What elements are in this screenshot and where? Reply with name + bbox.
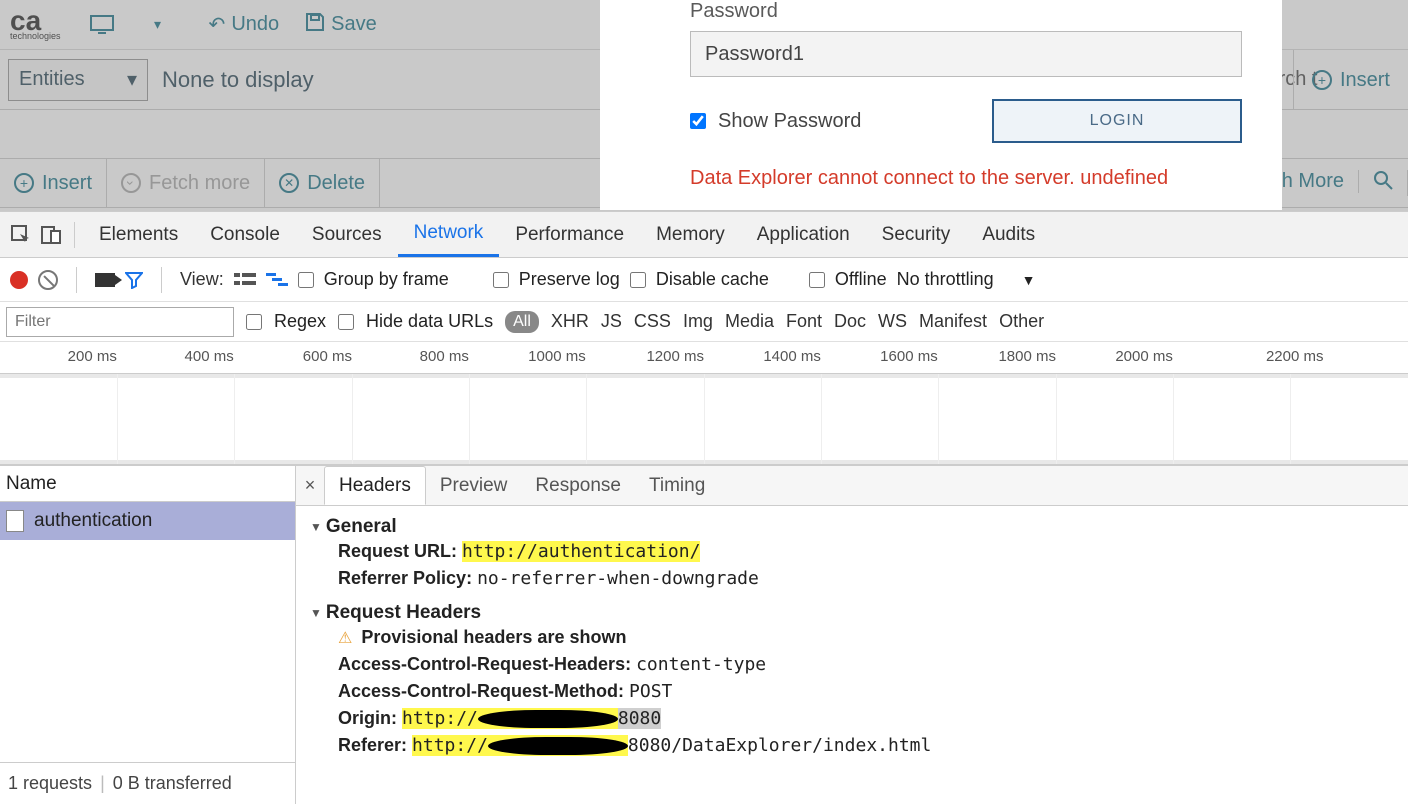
x-circle-icon: ✕: [279, 173, 299, 193]
detail-tab-headers[interactable]: Headers: [324, 466, 426, 505]
undo-arrow-icon: ↶: [209, 12, 226, 37]
filter-type-js[interactable]: JS: [601, 311, 622, 332]
password-input[interactable]: [690, 31, 1242, 77]
tab-security[interactable]: Security: [866, 212, 967, 257]
preserve-log-checkbox[interactable]: [493, 272, 509, 288]
network-timeline-ruler[interactable]: 200 ms 400 ms 600 ms 800 ms 1000 ms 1200…: [0, 342, 1408, 374]
warning-icon: ⚠: [338, 630, 352, 647]
tab-performance[interactable]: Performance: [499, 212, 640, 257]
tab-sources[interactable]: Sources: [296, 212, 398, 257]
chevron-down-icon[interactable]: ▼: [1022, 272, 1036, 288]
insert-right-button[interactable]: + Insert: [1293, 50, 1408, 110]
filter-type-all[interactable]: All: [505, 311, 539, 333]
document-icon: [6, 510, 24, 532]
hide-data-urls-checkbox[interactable]: [338, 314, 354, 330]
tab-network[interactable]: Network: [398, 212, 500, 257]
undo-button[interactable]: ↶ Undo: [199, 8, 290, 41]
preserve-log-label: Preserve log: [519, 269, 620, 290]
filter-type-css[interactable]: CSS: [634, 311, 671, 332]
plus-circle-icon: +: [14, 173, 34, 193]
provisional-warning: ⚠ Provisional headers are shown: [338, 624, 1394, 651]
kv-referrer-policy: Referrer Policy: no-referrer-when-downgr…: [338, 565, 1394, 592]
kv-referer: Referer: http://8080/DataExplorer/index.…: [338, 732, 1394, 759]
devtools-panel: Elements Console Sources Network Perform…: [0, 211, 1408, 804]
detail-tab-preview[interactable]: Preview: [426, 466, 522, 505]
group-by-frame-checkbox[interactable]: [298, 272, 314, 288]
monitor-icon[interactable]: [87, 10, 117, 40]
requests-summary: 1 requests | 0 B transferred: [0, 762, 295, 804]
fetch-more-button[interactable]: › Fetch more: [107, 159, 265, 207]
save-button[interactable]: Save: [295, 8, 387, 42]
filter-type-other[interactable]: Other: [999, 311, 1044, 332]
filter-type-font[interactable]: Font: [786, 311, 822, 332]
filter-type-img[interactable]: Img: [683, 311, 713, 332]
offline-checkbox[interactable]: [809, 272, 825, 288]
detail-tab-timing[interactable]: Timing: [635, 466, 719, 505]
login-modal: Password Show Password LOGIN Data Explor…: [600, 0, 1282, 210]
tab-application[interactable]: Application: [741, 212, 866, 257]
show-password-toggle[interactable]: Show Password: [690, 110, 861, 133]
screenshot-icon[interactable]: [95, 273, 115, 287]
kv-ac-req-headers: Access-Control-Request-Headers: content-…: [338, 651, 1394, 678]
filter-type-doc[interactable]: Doc: [834, 311, 866, 332]
display-status: None to display: [156, 67, 314, 93]
password-label: Password: [690, 0, 1242, 23]
filter-type-manifest[interactable]: Manifest: [919, 311, 987, 332]
show-password-checkbox[interactable]: [690, 113, 706, 129]
chevron-down-icon[interactable]: ▾: [143, 10, 173, 40]
search-right-button[interactable]: [1359, 170, 1408, 196]
insert-button[interactable]: + Insert: [0, 159, 107, 207]
detail-tab-response[interactable]: Response: [521, 466, 635, 505]
inspect-element-icon[interactable]: [6, 220, 36, 250]
throttling-dropdown[interactable]: No throttling: [897, 269, 994, 290]
section-general[interactable]: ▼General: [310, 516, 1394, 538]
network-waterfall[interactable]: [0, 374, 1408, 466]
view-large-icon[interactable]: [234, 272, 256, 288]
tab-console[interactable]: Console: [194, 212, 296, 257]
offline-label: Offline: [835, 269, 887, 290]
filter-type-media[interactable]: Media: [725, 311, 774, 332]
floppy-icon: [305, 12, 325, 38]
ca-logo: catechnologies: [10, 9, 61, 40]
caret-icon: ▾: [127, 67, 137, 92]
close-detail-icon[interactable]: ×: [296, 475, 324, 496]
record-button[interactable]: [10, 271, 28, 289]
group-by-frame-label: Group by frame: [324, 269, 449, 290]
triangle-down-icon: ▼: [310, 520, 322, 534]
regex-label: Regex: [274, 311, 326, 332]
disable-cache-label: Disable cache: [656, 269, 769, 290]
tab-elements[interactable]: Elements: [83, 212, 194, 257]
request-row-authentication[interactable]: authentication: [0, 502, 295, 540]
plus-circle-icon: +: [1312, 70, 1332, 90]
view-waterfall-icon[interactable]: [266, 272, 288, 288]
login-error-message: Data Explorer cannot connect to the serv…: [690, 167, 1242, 190]
regex-checkbox[interactable]: [246, 314, 262, 330]
disable-cache-checkbox[interactable]: [630, 272, 646, 288]
view-label: View:: [180, 269, 224, 290]
delete-button[interactable]: ✕ Delete: [265, 159, 380, 207]
tab-audits[interactable]: Audits: [966, 212, 1051, 257]
filter-toggle-icon[interactable]: [125, 271, 143, 289]
filter-input[interactable]: [6, 307, 234, 337]
clear-button[interactable]: [38, 270, 58, 290]
entities-dropdown[interactable]: Entities▾: [8, 59, 148, 101]
fetch-icon: ›: [121, 173, 141, 193]
tab-memory[interactable]: Memory: [640, 212, 741, 257]
hide-data-urls-label: Hide data URLs: [366, 311, 493, 332]
requests-name-header[interactable]: Name: [0, 466, 295, 502]
magnifier-icon: [1373, 170, 1393, 196]
filter-type-ws[interactable]: WS: [878, 311, 907, 332]
kv-ac-req-method: Access-Control-Request-Method: POST: [338, 678, 1394, 705]
section-request-headers[interactable]: ▼Request Headers: [310, 602, 1394, 624]
triangle-down-icon: ▼: [310, 606, 322, 620]
kv-request-url: Request URL: http://authentication/: [338, 538, 1394, 565]
login-button[interactable]: LOGIN: [992, 99, 1242, 143]
kv-origin: Origin: http://8080: [338, 705, 1394, 732]
filter-type-xhr[interactable]: XHR: [551, 311, 589, 332]
device-toggle-icon[interactable]: [36, 220, 66, 250]
